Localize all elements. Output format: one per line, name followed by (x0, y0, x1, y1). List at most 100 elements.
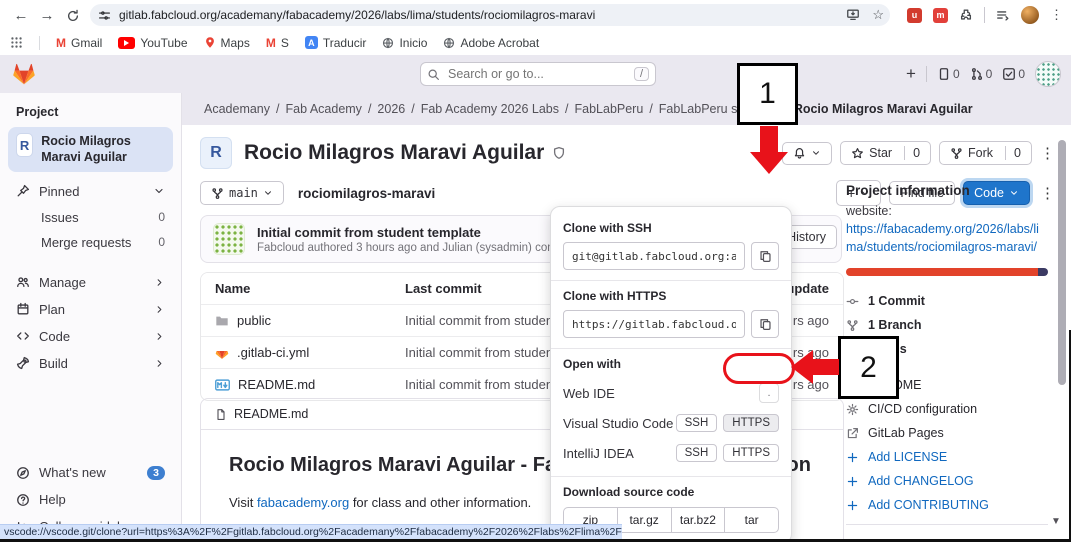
annotation-arrow-1 (760, 126, 778, 153)
copy-icon (759, 250, 771, 262)
fabacademy-link[interactable]: fabacademy.org (257, 495, 349, 510)
vscode-ssh-button[interactable]: SSH (675, 414, 718, 432)
star-count[interactable]: 0 (904, 146, 920, 160)
breadcrumb-item[interactable]: 2026 (377, 102, 405, 116)
sidebar-project-item[interactable]: R Rocio Milagros Maravi Aguilar (8, 127, 173, 172)
browser-profile-avatar[interactable] (1021, 6, 1039, 24)
bookmark-inicio[interactable]: Inicio (382, 36, 427, 50)
apps-grid-icon[interactable] (10, 36, 23, 49)
branch-selector[interactable]: main (200, 181, 284, 205)
tab-list-icon[interactable] (996, 8, 1010, 22)
bookmark-youtube[interactable]: YouTube (118, 36, 188, 50)
merge-requests-counter[interactable]: 0 (970, 67, 992, 81)
plus-icon (847, 476, 858, 486)
sidebar-item-issues[interactable]: Issues 0 (0, 205, 181, 230)
download-tar-button[interactable]: tar (724, 508, 778, 532)
download-tarbz2-button[interactable]: tar.bz2 (670, 508, 725, 532)
bookmark-gmail[interactable]: M Gmail (56, 36, 102, 50)
add-license-link[interactable]: Add LICENSE (846, 450, 1048, 464)
star-button[interactable]: Star 0 (840, 141, 932, 165)
download-targz-button[interactable]: tar.gz (616, 508, 671, 532)
chevron-down-icon (813, 151, 820, 155)
breadcrumb-item[interactable]: Fab Academy 2026 Labs (421, 102, 559, 116)
page-scrollbar[interactable] (1058, 140, 1066, 385)
clone-https-label: Clone with HTTPS (563, 289, 667, 303)
intellij-https-button[interactable]: HTTPS (723, 444, 779, 462)
create-new-icon[interactable]: + (906, 64, 916, 84)
manage-icon (17, 277, 29, 288)
scroll-down-icon[interactable]: ▼ (1051, 516, 1061, 527)
star-icon (852, 147, 864, 158)
clone-ssh-input[interactable] (563, 242, 745, 270)
intellij-ssh-button[interactable]: SSH (675, 444, 718, 462)
commits-stat[interactable]: 1 Commit (846, 294, 1048, 308)
breadcrumb-item[interactable]: FabLabPeru (575, 102, 644, 116)
sidebar-item-manage[interactable]: Manage (0, 269, 181, 296)
cicd-configuration-link[interactable]: CI/CD configuration (846, 402, 1048, 416)
commit-author-avatar[interactable] (213, 223, 245, 255)
reload-icon[interactable] (60, 7, 86, 24)
fork-button[interactable]: Fork 0 (939, 141, 1032, 165)
project-avatar-large: R (200, 137, 232, 169)
breadcrumb-item[interactable]: Fab Academy (286, 102, 362, 116)
breadcrumb-item[interactable]: Academany (204, 102, 270, 116)
back-icon[interactable]: ← (8, 7, 34, 24)
issues-counter[interactable]: 0 (937, 67, 960, 81)
bookmark-acrobat[interactable]: Adobe Acrobat (443, 36, 539, 50)
project-options-icon[interactable]: ⋮ (1040, 144, 1055, 162)
user-avatar[interactable] (1035, 61, 1061, 87)
site-settings-icon[interactable] (98, 9, 111, 22)
file-name-link[interactable]: README.md (238, 377, 315, 392)
sidebar-item-help[interactable]: Help (0, 486, 181, 513)
url-bar[interactable]: gitlab.fabcloud.org/academany/fabacademy… (90, 4, 890, 26)
sidebar-item-whats-new[interactable]: What's new 3 (0, 459, 181, 486)
annotation-arrow-2 (812, 359, 839, 375)
install-icon[interactable] (846, 8, 860, 22)
notifications-button[interactable] (782, 141, 833, 165)
bookmark-traducir[interactable]: A Traducir (304, 36, 366, 50)
breadcrumb: Academany / Fab Academy / 2026 / Fab Academ… (182, 93, 1071, 125)
chevron-right-icon (157, 332, 162, 340)
sidebar-item-plan[interactable]: Plan (0, 296, 181, 323)
search-input[interactable] (446, 66, 634, 82)
file-name-link[interactable]: public (237, 313, 271, 328)
url-text[interactable]: gitlab.fabcloud.org/academany/fabacademy… (119, 8, 595, 22)
todos-counter[interactable]: 0 (1002, 67, 1025, 81)
extensions-puzzle-icon[interactable] (959, 8, 973, 22)
status-link-text: vscode://vscode.git/clone?url=https%3A%2… (4, 526, 622, 538)
gitlab-logo-icon[interactable] (12, 62, 36, 86)
file-name-link[interactable]: .gitlab-ci.yml (237, 345, 309, 360)
website-link[interactable]: https://fabacademy.org/2026/labs/lima/st… (846, 220, 1048, 256)
sidebar-item-build[interactable]: Build (0, 350, 181, 377)
sidebar-item-code[interactable]: Code (0, 323, 181, 350)
copy-https-button[interactable] (751, 310, 779, 338)
add-changelog-link[interactable]: Add CHANGELOG (846, 474, 1048, 488)
bookmark-star-icon[interactable]: ☆ (872, 7, 884, 23)
clone-https-input[interactable] (563, 310, 745, 338)
sidebar-item-pinned[interactable]: Pinned (0, 178, 181, 205)
chevron-right-icon (157, 305, 162, 313)
add-contributing-link[interactable]: Add CONTRIBUTING (846, 498, 1048, 512)
merge-request-icon (971, 68, 982, 80)
fork-count[interactable]: 0 (1005, 146, 1021, 160)
fork-icon (951, 147, 962, 159)
language-bar[interactable] (846, 268, 1048, 277)
gitlab-header: / + 0 0 0 (0, 55, 1071, 93)
globe-icon (383, 37, 394, 48)
global-search[interactable]: / (420, 62, 656, 86)
build-icon (16, 356, 30, 370)
chrome-menu-icon[interactable]: ⋮ (1050, 7, 1063, 23)
sidebar-item-merge-requests[interactable]: Merge requests 0 (0, 230, 181, 255)
web-ide-shortcut-key: . (759, 383, 779, 403)
gitlab-pages-link[interactable]: GitLab Pages (846, 426, 1048, 440)
bookmark-s[interactable]: MS (266, 36, 289, 50)
bookmark-maps[interactable]: Maps (204, 36, 250, 50)
extension-icon-2[interactable]: m (933, 7, 948, 23)
copy-ssh-button[interactable] (751, 242, 779, 270)
project-avatar: R (16, 133, 34, 157)
vscode-https-button[interactable]: HTTPS (723, 414, 779, 432)
extension-icon-1[interactable]: u (907, 7, 922, 23)
branches-stat[interactable]: 1 Branch (846, 318, 1048, 332)
forward-icon[interactable]: → (34, 7, 60, 24)
repo-path: rociomilagros-maravi (297, 185, 436, 201)
